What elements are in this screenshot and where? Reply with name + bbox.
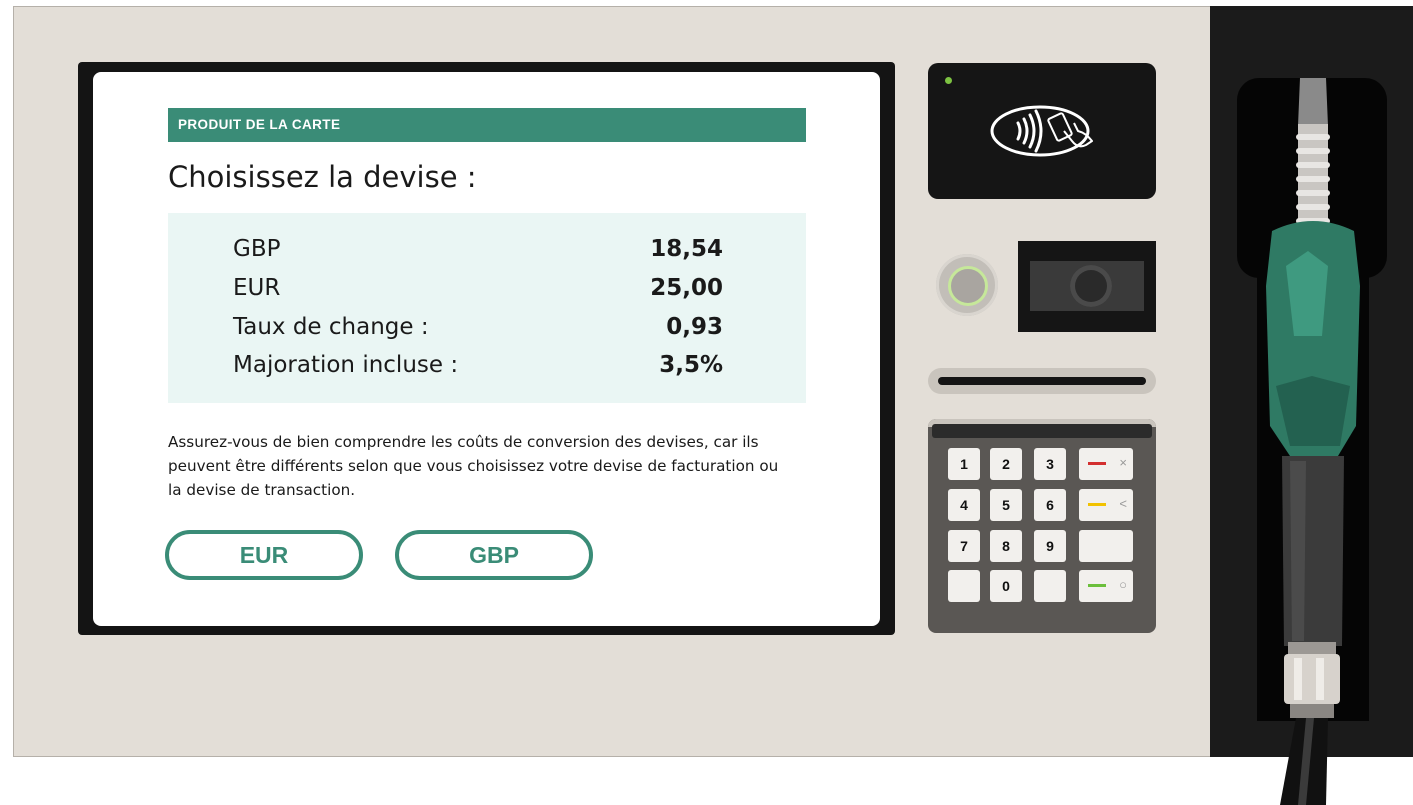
page-title: Choisissez la devise : bbox=[168, 160, 477, 194]
row-label: Majoration incluse : bbox=[233, 352, 459, 378]
payment-screen: PRODUIT DE LA CARTE Choisissez la devise… bbox=[93, 72, 880, 626]
camera-module bbox=[1018, 241, 1156, 332]
key-4[interactable]: 4 bbox=[948, 489, 980, 521]
key-2[interactable]: 2 bbox=[990, 448, 1022, 480]
round-button[interactable] bbox=[936, 254, 998, 316]
row-value: 3,5% bbox=[659, 352, 723, 378]
correct-key[interactable]: < bbox=[1079, 489, 1133, 521]
card-slot-opening bbox=[938, 377, 1146, 385]
key-8[interactable]: 8 bbox=[990, 530, 1022, 562]
conversion-notice: Assurez-vous de bien comprendre les coût… bbox=[168, 433, 779, 499]
camera-window bbox=[1030, 261, 1144, 311]
key-9[interactable]: 9 bbox=[1034, 530, 1066, 562]
blank-key-left[interactable] bbox=[948, 570, 980, 602]
cancel-bar-icon bbox=[1088, 462, 1106, 465]
confirm-bar-icon bbox=[1088, 584, 1106, 587]
row-label: EUR bbox=[233, 275, 281, 301]
row-markup: Majoration incluse : 3,5% bbox=[233, 345, 723, 385]
row-value: 18,54 bbox=[650, 236, 723, 262]
row-value: 0,93 bbox=[666, 314, 723, 340]
status-led-icon bbox=[945, 77, 952, 84]
key-3[interactable]: 3 bbox=[1034, 448, 1066, 480]
correct-symbol: < bbox=[1119, 496, 1127, 511]
contactless-reader[interactable] bbox=[928, 63, 1156, 199]
conversion-details: GBP 18,54 EUR 25,00 Taux de change : 0,9… bbox=[168, 213, 806, 403]
ring-indicator bbox=[948, 266, 988, 306]
confirm-key[interactable]: ○ bbox=[1079, 570, 1133, 602]
key-1[interactable]: 1 bbox=[948, 448, 980, 480]
blank-key-right[interactable] bbox=[1034, 570, 1066, 602]
row-value: 25,00 bbox=[650, 275, 723, 301]
key-5[interactable]: 5 bbox=[990, 489, 1022, 521]
row-label: Taux de change : bbox=[233, 314, 429, 340]
card-slot[interactable] bbox=[928, 368, 1156, 394]
gbp-button[interactable]: GBP bbox=[395, 530, 593, 580]
screen-header: PRODUIT DE LA CARTE bbox=[168, 108, 806, 142]
row-exchange-rate: Taux de change : 0,93 bbox=[233, 307, 723, 347]
cancel-symbol: × bbox=[1119, 455, 1127, 470]
eur-button[interactable]: EUR bbox=[165, 530, 363, 580]
key-7[interactable]: 7 bbox=[948, 530, 980, 562]
pin-pad: 1 2 3 × 4 5 6 < 7 8 9 0 ○ bbox=[928, 419, 1156, 633]
row-label: GBP bbox=[233, 236, 281, 262]
fuel-nozzle-icon[interactable] bbox=[1210, 6, 1413, 805]
camera-lens-icon bbox=[1070, 265, 1112, 307]
blank-key[interactable] bbox=[1079, 530, 1133, 562]
key-0[interactable]: 0 bbox=[990, 570, 1022, 602]
pin-pad-visor bbox=[932, 424, 1152, 438]
row-eur: EUR 25,00 bbox=[233, 268, 723, 308]
cancel-key[interactable]: × bbox=[1079, 448, 1133, 480]
row-gbp: GBP 18,54 bbox=[233, 229, 723, 269]
contactless-icon bbox=[990, 105, 1093, 157]
correct-bar-icon bbox=[1088, 503, 1106, 506]
key-6[interactable]: 6 bbox=[1034, 489, 1066, 521]
confirm-symbol: ○ bbox=[1119, 577, 1127, 592]
